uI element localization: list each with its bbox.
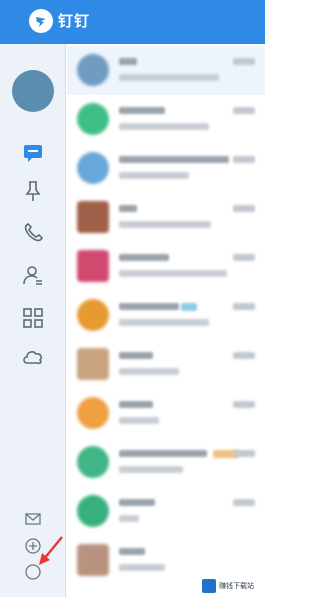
conversation-row[interactable]	[67, 438, 265, 487]
blurred-message	[119, 515, 139, 522]
blurred-name	[119, 205, 137, 212]
watermark-text: 赚钱下载站	[219, 582, 254, 590]
sidebar-rail	[0, 44, 66, 597]
cloud-drive-icon[interactable]	[21, 345, 45, 369]
watermark-logo-icon	[202, 579, 216, 593]
conversation-avatar	[77, 544, 109, 576]
blurred-name	[119, 401, 153, 408]
blurred-message	[119, 564, 165, 571]
blurred-name	[119, 254, 169, 261]
blurred-name	[119, 450, 207, 457]
blurred-time	[233, 156, 255, 163]
blurred-time	[233, 450, 255, 457]
conversation-avatar	[77, 152, 109, 184]
app-title: 钉钉	[58, 12, 91, 30]
conversation-row[interactable]	[67, 193, 265, 242]
blurred-time	[233, 254, 255, 261]
blurred-message	[119, 466, 183, 473]
conversation-avatar	[77, 397, 109, 429]
conversation-row[interactable]	[67, 46, 265, 95]
user-avatar[interactable]	[12, 70, 54, 112]
conversation-avatar	[77, 495, 109, 527]
conversation-row[interactable]	[67, 95, 265, 144]
blurred-message	[119, 417, 159, 424]
blurred-message	[119, 368, 179, 375]
blurred-name	[119, 156, 229, 163]
conversation-list	[67, 44, 265, 597]
watermark: 赚钱下载站	[202, 578, 262, 595]
blurred-time	[233, 107, 255, 114]
conversation-avatar	[77, 54, 109, 86]
red-arrow-annotation	[39, 536, 63, 565]
blurred-message	[119, 270, 227, 277]
phone-icon[interactable]	[21, 221, 45, 245]
title-bar: 钉钉	[0, 0, 265, 44]
conversation-avatar	[77, 299, 109, 331]
blurred-message	[119, 74, 219, 81]
mail-icon[interactable]	[24, 510, 42, 528]
chat-icon[interactable]	[21, 140, 45, 164]
conversation-row[interactable]	[67, 340, 265, 389]
conversation-row[interactable]	[67, 389, 265, 438]
blurred-message	[119, 172, 189, 179]
blurred-tag	[181, 303, 197, 311]
blurred-message	[119, 221, 211, 228]
dingtalk-logo-icon	[29, 9, 53, 33]
conversation-avatar	[77, 103, 109, 135]
blurred-name	[119, 548, 145, 555]
workbench-grid-icon[interactable]	[21, 306, 45, 330]
pin-icon[interactable]	[21, 179, 45, 203]
blurred-time	[233, 352, 255, 359]
conversation-row[interactable]	[67, 144, 265, 193]
blurred-time	[233, 499, 255, 506]
blurred-name	[119, 58, 137, 65]
blurred-time	[233, 303, 255, 310]
conversation-avatar	[77, 446, 109, 478]
blurred-message	[119, 123, 209, 130]
contacts-icon[interactable]	[21, 263, 45, 287]
blurred-name	[119, 303, 179, 310]
conversation-row[interactable]	[67, 291, 265, 340]
blurred-name	[119, 107, 165, 114]
conversation-avatar	[77, 250, 109, 282]
blurred-time	[233, 401, 255, 408]
conversation-row[interactable]	[67, 242, 265, 291]
blurred-time	[233, 205, 255, 212]
conversation-row[interactable]	[67, 487, 265, 536]
conversation-avatar	[77, 348, 109, 380]
blurred-name	[119, 499, 155, 506]
blurred-time	[233, 58, 255, 65]
blurred-message	[119, 319, 209, 326]
blurred-name	[119, 352, 153, 359]
conversation-avatar	[77, 201, 109, 233]
